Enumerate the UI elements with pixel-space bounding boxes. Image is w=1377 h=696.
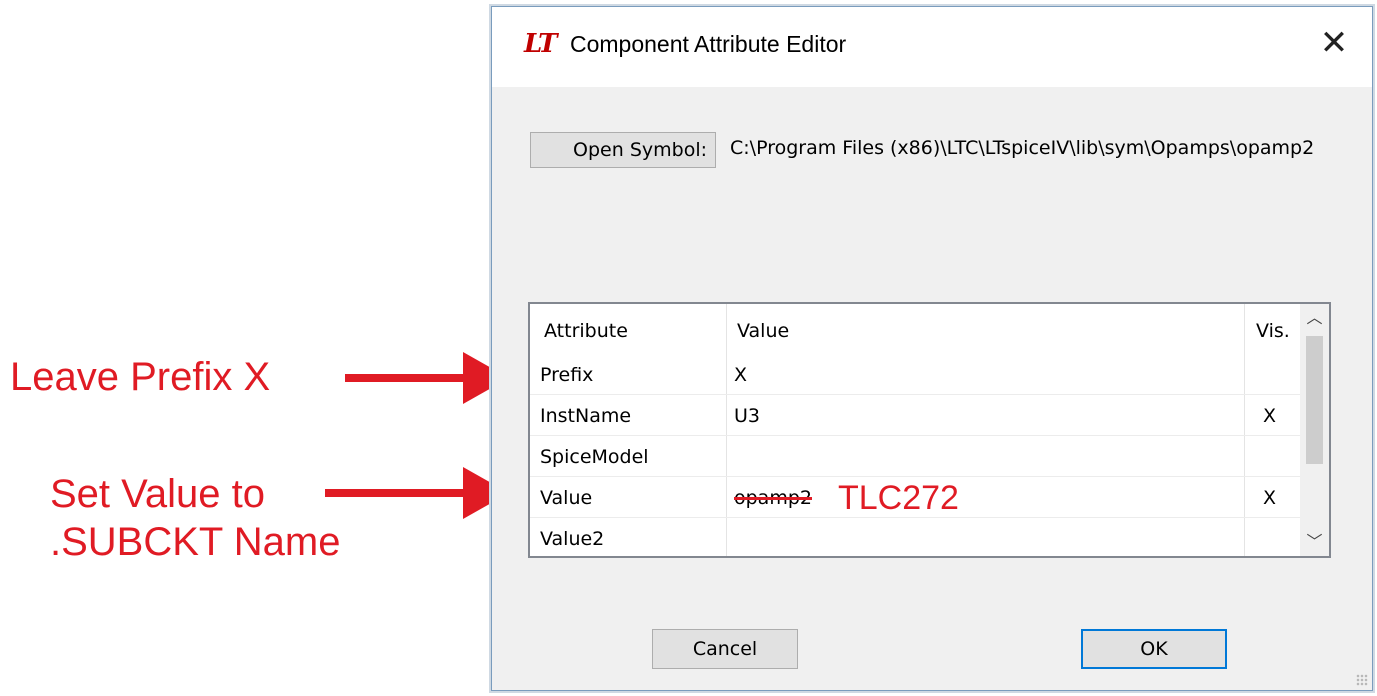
column-header-vis[interactable]: Vis. bbox=[1256, 320, 1290, 342]
annotation-set-value-line1: Set Value to bbox=[50, 472, 265, 516]
scroll-thumb[interactable] bbox=[1306, 336, 1323, 464]
column-header-attribute[interactable]: Attribute bbox=[544, 320, 628, 342]
open-symbol-button[interactable]: Open Symbol: bbox=[530, 132, 716, 168]
annotation-leave-prefix: Leave Prefix X bbox=[10, 355, 271, 399]
attribute-cell: Prefix bbox=[540, 364, 594, 386]
attribute-cell: Value2 bbox=[540, 528, 605, 550]
new-value-annotation: TLC272 bbox=[838, 479, 959, 517]
value-cell[interactable]: X bbox=[734, 364, 747, 386]
chevron-down-icon[interactable]: ﹀ bbox=[1300, 528, 1329, 556]
symbol-path: C:\Program Files (x86)\LTC\LTspiceIV\lib… bbox=[730, 137, 1315, 159]
vertical-scrollbar[interactable]: ︿ ﹀ bbox=[1300, 304, 1329, 556]
component-attribute-editor-dialog: LT Component Attribute Editor ✕ Open Sym… bbox=[491, 6, 1373, 691]
annotation-set-value-line2: .SUBCKT Name bbox=[50, 520, 341, 564]
attribute-cell: Value bbox=[540, 487, 593, 509]
vis-cell[interactable]: X bbox=[1263, 487, 1276, 509]
table-row[interactable]: Prefix X bbox=[530, 354, 1310, 395]
vis-cell[interactable]: X bbox=[1263, 405, 1276, 427]
value-cell[interactable]: U3 bbox=[734, 405, 760, 427]
old-value-cell[interactable]: opamp2 bbox=[724, 487, 822, 509]
table-row[interactable]: Value opamp2 TLC272 X bbox=[530, 477, 1310, 518]
attribute-grid: Attribute Value Vis. Prefix X InstName U… bbox=[528, 302, 1331, 558]
grid-header: Attribute Value Vis. bbox=[530, 304, 1310, 354]
close-button[interactable]: ✕ bbox=[1314, 23, 1354, 63]
attribute-cell: InstName bbox=[540, 405, 632, 427]
resize-grip-icon[interactable] bbox=[1356, 674, 1368, 686]
cancel-button[interactable]: Cancel bbox=[652, 629, 798, 669]
ltspice-logo-icon: LT bbox=[524, 29, 557, 59]
column-header-value[interactable]: Value bbox=[737, 320, 789, 342]
attribute-cell: SpiceModel bbox=[540, 446, 649, 468]
table-row[interactable]: InstName U3 X bbox=[530, 395, 1310, 436]
title-bar: LT Component Attribute Editor ✕ bbox=[492, 7, 1372, 87]
table-row[interactable]: SpiceModel bbox=[530, 436, 1310, 477]
dialog-title: Component Attribute Editor bbox=[570, 31, 847, 57]
table-row[interactable]: Value2 bbox=[530, 518, 1310, 556]
arrow-value-shaft bbox=[325, 489, 465, 497]
ok-button[interactable]: OK bbox=[1081, 629, 1227, 669]
chevron-up-icon[interactable]: ︿ bbox=[1300, 304, 1329, 332]
arrow-prefix-shaft bbox=[345, 374, 465, 382]
